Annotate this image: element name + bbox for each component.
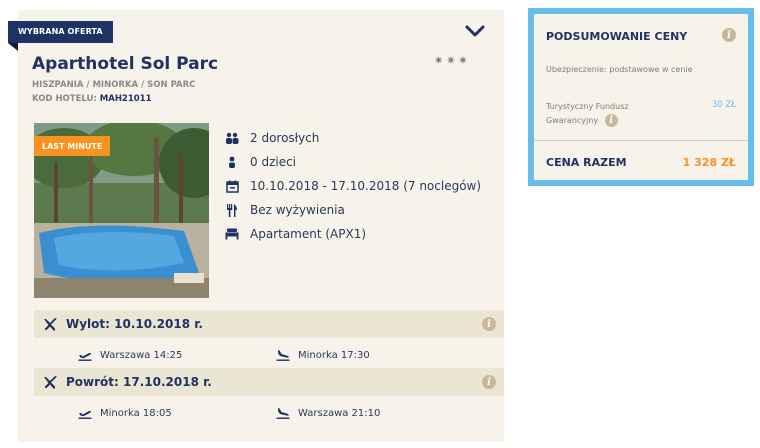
guarantee-fund-info-icon[interactable]: i [604,114,618,127]
return-flight-header[interactable]: Powrót: 17.10.2018 r. i [34,368,504,396]
hotel-code-label: KOD HOTELU: [32,94,97,104]
price-summary-info-icon[interactable]: i [722,28,736,42]
landing-icon [276,350,290,361]
ribbon-fold [8,43,18,51]
return-departure-text: Minorka 18:05 [100,407,172,419]
hotel-photo[interactable]: LAST MINUTE [34,123,209,298]
insurance-text: Ubezpieczenie: podstawowe w cenie [546,65,693,74]
return-info-icon[interactable]: i [482,375,496,389]
hotel-stars: ✷✷✷ [434,54,471,67]
guarantee-fund: Turystyczny Fundusz Gwarancyjny i [546,100,656,128]
total-price-label: CENA RAZEM [546,156,627,169]
detail-room: Apartament (APX1) [224,222,481,246]
summary-divider [534,140,748,141]
hotel-name[interactable]: Aparthotel Sol Parc [32,54,218,74]
outbound-departure: Warszawa 14:25 [78,349,182,361]
offer-details: 2 dorosłych 0 dzieci 10.10.2018 - 17.10.… [224,126,481,246]
return-arrival-text: Warszawa 21:10 [298,407,381,419]
guarantee-fund-value: 30 ZŁ [711,100,736,110]
calendar-icon [224,179,240,193]
outbound-flight-header[interactable]: Wylot: 10.10.2018 r. i [34,310,504,338]
return-departure: Minorka 18:05 [78,407,172,419]
plane-icon [44,375,57,389]
landing-icon [276,408,290,419]
chevron-down-icon[interactable] [464,24,486,38]
plane-icon [44,317,57,331]
price-summary-title: PODSUMOWANIE CENY [546,30,688,43]
child-icon [224,155,240,169]
adults-icon [224,131,240,145]
detail-adults-text: 2 dorosłych [250,131,320,145]
return-arrival: Warszawa 21:10 [276,407,380,419]
outbound-flight-label: Wylot: 10.10.2018 r. [66,317,203,331]
outbound-info-icon[interactable]: i [482,317,496,331]
detail-dates: 10.10.2018 - 17.10.2018 (7 noclegów) [224,174,481,198]
outbound-arrival-text: Minorka 17:30 [298,349,370,361]
hotel-code-value: MAH21011 [99,94,152,104]
takeoff-icon [78,410,92,419]
detail-board-text: Bez wyżywienia [250,203,345,217]
hotel-location: HISZPANIA / MINORKA / SON PARC [32,80,196,90]
detail-children-text: 0 dzieci [250,155,297,169]
takeoff-icon [78,352,92,361]
selected-offer-ribbon: WYBRANA OFERTA [8,21,113,43]
price-summary-panel: PODSUMOWANIE CENY i Ubezpieczenie: podst… [528,8,754,186]
outbound-arrival: Minorka 17:30 [276,349,370,361]
detail-board: Bez wyżywienia [224,198,481,222]
hotel-code: KOD HOTELU: MAH21011 [32,94,152,104]
cutlery-icon [224,203,240,217]
last-minute-badge: LAST MINUTE [34,136,110,156]
detail-dates-text: 10.10.2018 - 17.10.2018 (7 noclegów) [250,179,482,193]
detail-children: 0 dzieci [224,150,481,174]
detail-room-text: Apartament (APX1) [250,227,367,241]
outbound-departure-text: Warszawa 14:25 [100,349,183,361]
total-price-value: 1 328 ZŁ [682,156,736,169]
bed-icon [224,227,240,241]
offer-card: WYBRANA OFERTA Aparthotel Sol Parc ✷✷✷ H… [8,10,504,442]
detail-adults: 2 dorosłych [224,126,481,150]
return-flight-label: Powrót: 17.10.2018 r. [66,375,212,389]
